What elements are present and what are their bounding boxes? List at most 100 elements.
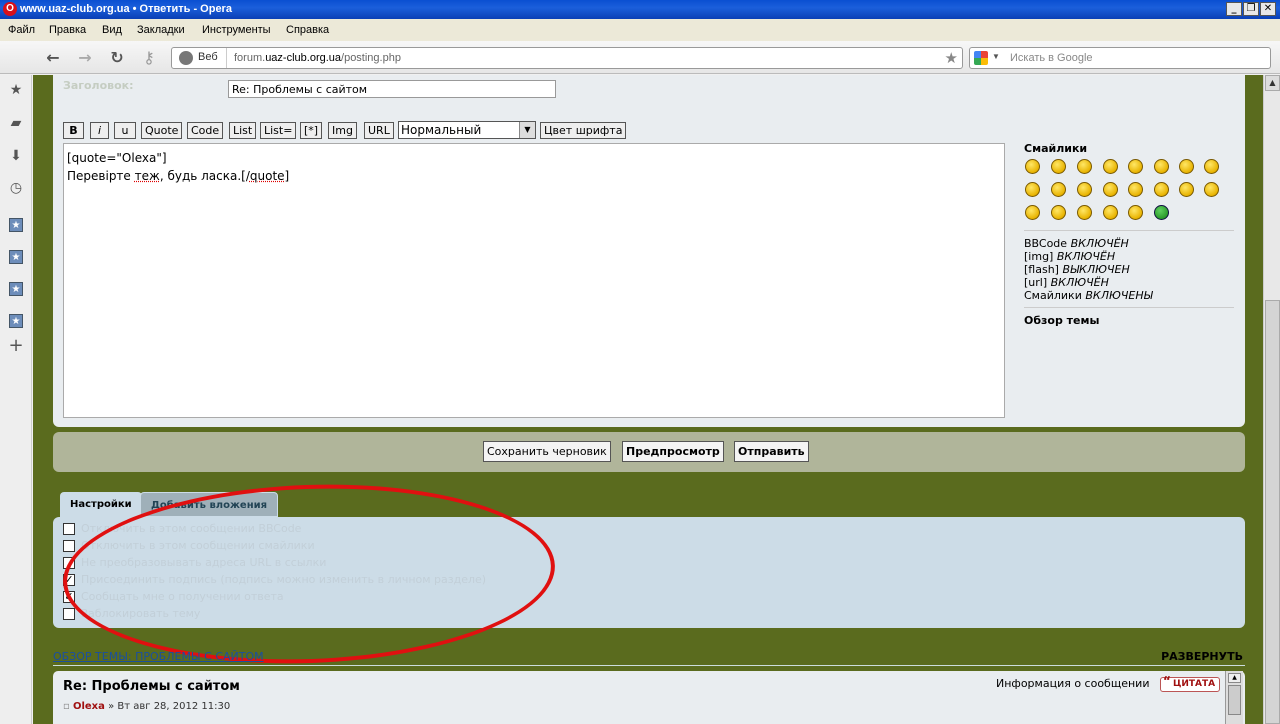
option-name: Смайлики <box>1024 289 1082 302</box>
scroll-up-icon[interactable]: ▲ <box>1265 75 1280 91</box>
page-content: Заголовок: Re: Проблемы с сайтом B i u Q… <box>33 75 1263 724</box>
message-text-2e: ] <box>284 169 290 183</box>
smiley-icon[interactable] <box>1025 182 1040 197</box>
menu-view[interactable]: Вид <box>102 24 122 36</box>
web-badge[interactable]: Веб <box>172 48 227 68</box>
disable-smileys-checkbox[interactable] <box>63 540 75 552</box>
expand-link[interactable]: РАЗВЕРНУТЬ <box>1161 650 1243 663</box>
img-button[interactable]: Img <box>328 122 357 139</box>
speed-dial-icon-4[interactable]: ★ <box>9 314 23 328</box>
search-box[interactable]: ▼ Искать в Google <box>969 47 1271 69</box>
smiley-icon[interactable] <box>1025 159 1040 174</box>
topic-review-title[interactable]: ОБЗОР ТЕМЫ: ПРОБЛЕМЫ С САЙТОМ <box>53 650 264 663</box>
submit-panel: Сохранить черновик Предпросмотр Отправит… <box>53 432 1245 472</box>
question-smiley-icon[interactable] <box>1051 205 1066 220</box>
smiley-icon[interactable] <box>1179 182 1194 197</box>
topic-review-link[interactable]: Обзор темы <box>1024 314 1099 327</box>
bold-button[interactable]: B <box>63 122 84 139</box>
smiley-icon[interactable] <box>1154 159 1169 174</box>
speed-dial-icon-3[interactable]: ★ <box>9 282 23 296</box>
smiley-icon[interactable] <box>1179 159 1194 174</box>
message-info-link[interactable]: Информация о сообщении <box>996 677 1149 690</box>
italic-button[interactable]: i <box>90 122 109 139</box>
message-line-2: Перевірте теж, будь ласка.[/quote] <box>67 167 1001 185</box>
list-button[interactable]: List <box>229 122 257 139</box>
disable-bbcode-checkbox[interactable] <box>63 523 75 535</box>
message-text-2d: quote <box>249 169 285 183</box>
post-author[interactable]: Olexa <box>73 701 105 712</box>
img-status: [img] ВКЛЮЧЁН <box>1024 250 1115 263</box>
add-panel-icon[interactable]: + <box>8 337 24 355</box>
arrow-smiley-icon[interactable] <box>1103 205 1118 220</box>
smiley-icon[interactable] <box>1077 182 1092 197</box>
smiley-icon[interactable] <box>1128 182 1143 197</box>
search-engine-dropdown-icon[interactable]: ▼ <box>992 52 1000 61</box>
address-bar[interactable]: Веб forum.uaz-club.org.ua/posting.php ★ <box>171 47 963 69</box>
list-item-button[interactable]: [*] <box>300 122 323 139</box>
url-text[interactable]: forum.uaz-club.org.ua/posting.php <box>234 52 401 64</box>
post-date: » Вт авг 28, 2012 11:30 <box>108 701 231 712</box>
post-scrollbar[interactable]: ▲ <box>1225 671 1243 724</box>
bbcode-status: BBCode ВКЛЮЧЁН <box>1024 237 1129 250</box>
menu-file[interactable]: Файл <box>8 24 35 36</box>
message-textarea[interactable]: [quote="Olexa"] Перевірте теж, будь ласк… <box>63 143 1005 418</box>
message-text-2b: теж <box>134 169 160 183</box>
font-size-value: Нормальный <box>401 123 482 137</box>
google-icon <box>974 51 988 65</box>
smiley-icon[interactable] <box>1103 159 1118 174</box>
smiley-icon[interactable] <box>1204 159 1219 174</box>
close-button[interactable]: ✕ <box>1260 2 1276 16</box>
minimize-button[interactable]: _ <box>1226 2 1242 16</box>
bookmarks-star-icon[interactable]: ★ <box>8 82 24 98</box>
save-draft-button[interactable]: Сохранить черновик <box>483 441 611 462</box>
smiley-icon[interactable] <box>1077 159 1092 174</box>
speed-dial-icon-2[interactable]: ★ <box>9 250 23 264</box>
history-clock-icon[interactable]: ◷ <box>8 180 24 196</box>
divider <box>1024 230 1234 231</box>
send-button[interactable]: Отправить <box>734 441 809 462</box>
restore-button[interactable]: ❐ <box>1243 2 1259 16</box>
scroll-thumb[interactable] <box>1265 300 1280 724</box>
scroll-up-icon[interactable]: ▲ <box>1228 673 1241 683</box>
back-icon[interactable]: ← <box>43 48 63 68</box>
page-scrollbar[interactable]: ▲ <box>1263 75 1280 724</box>
underline-button[interactable]: u <box>114 122 136 139</box>
bookmark-star-icon[interactable]: ★ <box>945 49 958 67</box>
reload-icon[interactable]: ↻ <box>107 48 127 68</box>
notes-icon[interactable]: ▰ <box>8 115 24 131</box>
ordered-list-button[interactable]: List= <box>260 122 297 139</box>
preview-button[interactable]: Предпросмотр <box>622 441 724 462</box>
smiley-icon[interactable] <box>1051 182 1066 197</box>
tab-settings[interactable]: Настройки <box>60 492 142 517</box>
quote-button[interactable]: Quote <box>141 122 183 139</box>
url-button[interactable]: URL <box>364 122 394 139</box>
menu-help[interactable]: Справка <box>286 24 329 36</box>
smiley-icon[interactable] <box>1128 159 1143 174</box>
menu-bookmarks[interactable]: Закладки <box>137 24 185 36</box>
speed-dial-icon-1[interactable]: ★ <box>9 218 23 232</box>
smiley-icon[interactable] <box>1051 159 1066 174</box>
font-color-button[interactable]: Цвет шрифта <box>540 122 627 139</box>
exclaim-smiley-icon[interactable] <box>1025 205 1040 220</box>
font-size-select[interactable]: Нормальный ▼ <box>398 121 536 139</box>
lock-topic-checkbox[interactable] <box>63 608 75 620</box>
chevron-down-icon[interactable]: ▼ <box>519 122 535 138</box>
scroll-thumb[interactable] <box>1228 685 1241 715</box>
review-post: Re: Проблемы с сайтом ▫ Olexa » Вт авг 2… <box>53 671 1245 724</box>
subject-input[interactable]: Re: Проблемы с сайтом <box>228 80 556 98</box>
smiley-icon[interactable] <box>1204 182 1219 197</box>
menu-tools[interactable]: Инструменты <box>202 24 271 36</box>
downloads-icon[interactable]: ⬇ <box>8 148 24 164</box>
smiley-icon[interactable] <box>1103 182 1118 197</box>
smiley-icon[interactable] <box>1154 182 1169 197</box>
forward-icon[interactable]: → <box>75 48 95 68</box>
smiley-icon[interactable] <box>1128 205 1143 220</box>
message-line-1: [quote="Olexa"] <box>67 149 1001 167</box>
nav-toolbar: ← → ↻ ⚷ Веб forum.uaz-club.org.ua/postin… <box>0 41 1280 74</box>
green-smiley-icon[interactable] <box>1154 205 1169 220</box>
idea-smiley-icon[interactable] <box>1077 205 1092 220</box>
quote-post-button[interactable]: “ЦИТАТА <box>1160 675 1221 692</box>
key-icon[interactable]: ⚷ <box>139 48 159 68</box>
menu-edit[interactable]: Правка <box>49 24 86 36</box>
code-button[interactable]: Code <box>187 122 224 139</box>
